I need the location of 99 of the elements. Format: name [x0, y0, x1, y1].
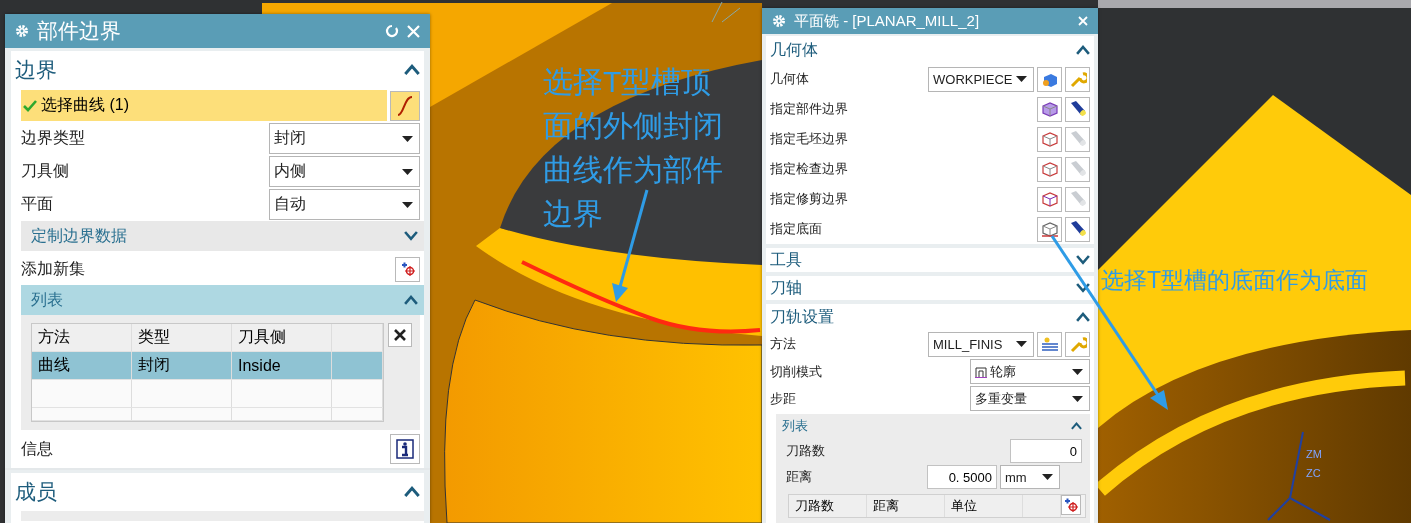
field-label: 边界类型 [21, 128, 86, 148]
crosshair-plus-icon [399, 261, 416, 277]
reset-icon[interactable] [385, 24, 399, 38]
field-label: 指定修剪边界 [770, 190, 849, 208]
add-button[interactable] [1061, 495, 1081, 515]
method-icon [1040, 336, 1059, 352]
specify-button[interactable] [1037, 126, 1062, 152]
settings-icon[interactable] [15, 24, 29, 38]
section-heading: 工具 [770, 249, 802, 270]
crosshair-plus-icon [1063, 497, 1079, 513]
caret-icon [1016, 76, 1027, 82]
wrench-icon [1068, 70, 1087, 88]
dropdown-value: 轮廓 [990, 362, 1016, 381]
info-icon [396, 439, 414, 459]
axis-label: ZM [1306, 448, 1322, 460]
chevron-up-icon[interactable] [404, 295, 418, 305]
section-heading: 刀轨设置 [770, 306, 834, 327]
selection-label: 选择曲线 (1) [41, 95, 129, 115]
chevron-down-icon[interactable] [1076, 255, 1090, 265]
field-label: 指定部件边界 [770, 100, 849, 118]
field-label: 刀具侧 [21, 161, 70, 181]
field-label: 指定毛坯边界 [770, 130, 849, 148]
input-field[interactable]: 0 [1010, 439, 1082, 463]
close-icon[interactable] [407, 24, 420, 38]
curve-button[interactable] [390, 90, 420, 121]
chevron-up-icon[interactable] [1076, 312, 1090, 322]
caret-icon [1042, 474, 1053, 480]
input-field[interactable]: 0. 5000 [927, 465, 997, 489]
subsection-header[interactable]: 定制边界数据 [21, 221, 424, 251]
caret-icon [402, 135, 413, 142]
subsection-heading: 列表 [31, 289, 63, 310]
chevron-up-icon[interactable] [1076, 45, 1090, 55]
specify-button[interactable] [1037, 96, 1062, 122]
subsection-header[interactable]: 列表 [21, 285, 424, 315]
specify-button[interactable] [1037, 186, 1062, 212]
caret-icon [402, 168, 413, 175]
dropdown[interactable]: 自动 [269, 189, 420, 220]
profile-icon [975, 365, 987, 378]
close-icon[interactable] [1078, 16, 1088, 26]
section-heading: 边界 [15, 57, 57, 83]
table-cell: Inside [232, 352, 332, 379]
chevron-down-icon[interactable] [1076, 283, 1090, 293]
face-icon [1040, 220, 1059, 238]
dropdown[interactable]: WORKPIECE [928, 66, 1034, 92]
box-icon [1040, 100, 1059, 118]
section-heading: 刀轴 [770, 277, 802, 298]
specify-button[interactable] [1037, 156, 1062, 182]
table-cell: 曲线 [32, 352, 132, 379]
axis-label: ZC [1306, 467, 1321, 479]
info-button[interactable] [390, 434, 420, 464]
field-label: 几何体 [770, 70, 810, 88]
chevron-down-icon[interactable] [404, 231, 418, 241]
field-label: 距离 [786, 468, 813, 486]
field-label: 步距 [770, 389, 797, 408]
dropdown[interactable]: MILL_FINIS [928, 331, 1034, 357]
remove-button[interactable] [388, 323, 412, 347]
box-outline-icon [1040, 130, 1059, 148]
chevron-up-icon[interactable] [404, 486, 420, 498]
chevron-up-icon[interactable] [1071, 422, 1082, 430]
caret-icon [402, 201, 413, 208]
callout-text: 选择T型槽顶面的外侧封闭曲线作为部件边界 [543, 64, 724, 232]
field-label: 信息 [21, 438, 54, 459]
axis-triad-icon [1267, 431, 1331, 521]
section-heading: 几何体 [770, 39, 818, 60]
table-row[interactable]: 曲线 封闭 Inside [32, 352, 383, 380]
field-label: 添加新集 [21, 258, 86, 279]
dropdown-value: 多重变量 [975, 389, 1027, 408]
table-cell: 封闭 [132, 352, 232, 379]
subsection-heading: 列表 [782, 417, 808, 435]
dialog-title: 部件边界 [37, 18, 122, 44]
dropdown[interactable]: mm [1000, 465, 1060, 489]
add-set-button[interactable] [395, 256, 420, 282]
field-label: 刀路数 [786, 442, 826, 460]
caret-icon [1072, 368, 1083, 375]
close-icon [393, 328, 407, 342]
field-label: 指定检查边界 [770, 160, 849, 178]
subsection-heading: 定制边界数据 [31, 225, 127, 246]
section-heading: 成员 [15, 479, 57, 505]
caret-icon [1072, 395, 1083, 402]
dropdown[interactable]: 轮廓 [970, 359, 1090, 384]
field-label: 切削模式 [770, 362, 823, 381]
settings-icon[interactable] [772, 14, 786, 28]
wrench-icon [1068, 335, 1087, 353]
selection-step[interactable]: 选择曲线 (1) [21, 90, 387, 121]
curve-icon [396, 94, 414, 117]
new-method-button[interactable] [1037, 331, 1062, 357]
field-label: 平面 [21, 194, 54, 214]
dropdown[interactable]: 多重变量 [970, 386, 1090, 411]
field-label: 指定底面 [770, 220, 823, 238]
new-geometry-button[interactable] [1037, 66, 1062, 92]
dropdown[interactable]: 内侧 [269, 156, 420, 187]
callout-text: 选择T型槽的底面作为底面 [1101, 266, 1370, 295]
dropdown[interactable]: 封闭 [269, 123, 420, 154]
specify-button[interactable] [1037, 216, 1062, 242]
field-label: 方法 [770, 335, 797, 353]
axis-triad-icon [711, 1, 741, 23]
dialog-title: 平面铣 - [PLANAR_MILL_2] [794, 11, 981, 31]
chevron-up-icon[interactable] [404, 64, 420, 76]
caret-icon [1016, 341, 1027, 347]
